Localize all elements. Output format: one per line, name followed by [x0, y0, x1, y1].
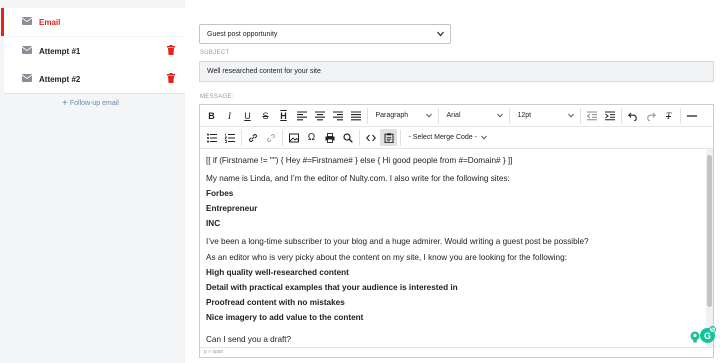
print-icon[interactable] — [321, 129, 338, 146]
numbered-list-icon[interactable] — [221, 129, 238, 146]
horizontal-rule-icon[interactable] — [683, 107, 700, 124]
message-line: [[ if (Firstname != "") { Hey #=Firstnam… — [206, 156, 513, 165]
sequence-sidebar: Email Attempt #1 Attempt #2 + Follow-up … — [0, 0, 185, 363]
followup-label: Follow-up email — [69, 100, 119, 107]
undo-icon[interactable] — [624, 107, 641, 124]
subject-label: SUBJECT — [200, 50, 230, 56]
subject-value: Well researched content for your site — [207, 68, 321, 75]
divider — [4, 93, 185, 94]
toolbar-separator — [281, 129, 283, 146]
font-family-value: Arial — [446, 112, 461, 119]
grammarly-icon[interactable]: G5 — [700, 326, 716, 343]
message-line: High quality well-researched content — [206, 268, 349, 277]
chevron-down-icon — [437, 31, 444, 37]
editor-toolbar-row-2: Ω - Select Merge Code - — [200, 127, 713, 149]
message-line: Entrepreneur — [206, 204, 258, 213]
message-editor[interactable]: B I U S H Paragraph Arial 12pt T Ω - Sel… — [199, 104, 714, 358]
toolbar-separator — [679, 107, 681, 124]
message-line: Detail with practical examples that your… — [206, 283, 458, 292]
unlink-icon[interactable] — [262, 129, 279, 146]
message-line: INC — [206, 219, 221, 228]
editor-toolbar-row-1: B I U S H Paragraph Arial 12pt T — [200, 105, 713, 127]
chevron-down-icon — [480, 135, 487, 140]
message-line: Proofread content with no mistakes — [206, 298, 345, 307]
redo-icon[interactable] — [642, 107, 659, 124]
plus-icon: + — [62, 98, 68, 109]
toolbar-separator — [240, 129, 242, 146]
step-attempt-2[interactable]: Attempt #2 — [4, 65, 185, 93]
envelope-icon — [22, 74, 32, 82]
step-label: Attempt #2 — [39, 74, 81, 84]
toolbar-separator — [366, 107, 368, 124]
font-size-value: 12pt — [517, 112, 532, 119]
step-attempt-1[interactable]: Attempt #1 — [4, 37, 185, 65]
italic-button[interactable]: I — [221, 107, 238, 124]
message-label: MESSAGE: — [200, 94, 234, 100]
step-email[interactable]: Email — [1, 8, 185, 36]
block-format-dropdown[interactable]: Paragraph — [370, 107, 436, 124]
block-format-value: Paragraph — [375, 112, 409, 119]
step-label: Email — [39, 17, 61, 27]
special-char-icon[interactable]: Ω — [303, 129, 320, 146]
message-line: As an editor who is very picky about the… — [206, 253, 567, 262]
toolbar-separator — [620, 107, 622, 124]
merge-code-dropdown[interactable]: - Select Merge Code - — [403, 129, 493, 146]
opportunity-select[interactable]: Guest post opportunity — [199, 24, 451, 44]
image-icon[interactable] — [285, 129, 302, 146]
scrollbar-thumb[interactable] — [707, 155, 712, 307]
strikethrough-button[interactable]: S — [257, 107, 274, 124]
align-center-icon[interactable] — [311, 107, 328, 124]
step-label: Attempt #1 — [39, 46, 81, 56]
indent-icon[interactable] — [601, 107, 618, 124]
clear-format-icon[interactable]: T — [660, 107, 677, 124]
message-line: Nice imagery to add value to the content — [206, 313, 364, 322]
merge-code-value: - Select Merge Code - — [408, 134, 477, 141]
message-line: Can I send you a draft? — [206, 335, 292, 344]
grammarly-badge: 5 — [709, 326, 716, 333]
envelope-icon — [22, 17, 32, 25]
toolbar-separator — [508, 107, 510, 124]
add-followup-button[interactable]: + Follow-up email — [62, 98, 119, 109]
chevron-down-icon — [425, 113, 432, 118]
chevron-down-icon — [496, 113, 503, 118]
bullet-list-icon[interactable] — [203, 129, 220, 146]
heading-button[interactable]: H — [275, 107, 292, 124]
paste-text-icon[interactable] — [380, 129, 397, 146]
chevron-down-icon — [567, 113, 574, 118]
trash-icon[interactable] — [167, 45, 175, 55]
font-family-dropdown[interactable]: Arial — [441, 107, 507, 124]
underline-button[interactable]: U — [239, 107, 256, 124]
envelope-icon — [22, 46, 32, 54]
search-icon[interactable] — [339, 129, 356, 146]
toolbar-separator — [399, 129, 401, 146]
align-left-icon[interactable] — [293, 107, 310, 124]
message-line: Forbes — [206, 189, 234, 198]
email-form: Guest post opportunity SUBJECT Well rese… — [185, 0, 720, 363]
source-code-icon[interactable] — [362, 129, 379, 146]
font-size-dropdown[interactable]: 12pt — [512, 107, 578, 124]
toolbar-separator — [358, 129, 360, 146]
link-icon[interactable] — [244, 129, 261, 146]
toolbar-separator — [579, 107, 581, 124]
outdent-icon[interactable] — [583, 107, 600, 124]
toolbar-separator — [437, 107, 439, 124]
trash-icon[interactable] — [167, 73, 175, 83]
message-body[interactable]: [[ if (Firstname != "") { Hey #=Firstnam… — [200, 149, 707, 347]
message-line: I’ve been a long-time subscriber to your… — [206, 237, 589, 246]
bulb-icon[interactable] — [690, 331, 700, 343]
editor-scrollbar[interactable] — [706, 149, 713, 347]
align-right-icon[interactable] — [329, 107, 346, 124]
bold-button[interactable]: B — [203, 107, 220, 124]
message-line: My name is Linda, and I’m the editor of … — [206, 174, 510, 183]
editor-status-path: p » span — [200, 347, 713, 357]
subject-input[interactable]: Well researched content for your site — [199, 61, 714, 82]
align-justify-icon[interactable] — [347, 107, 364, 124]
opportunity-value: Guest post opportunity — [207, 30, 278, 38]
